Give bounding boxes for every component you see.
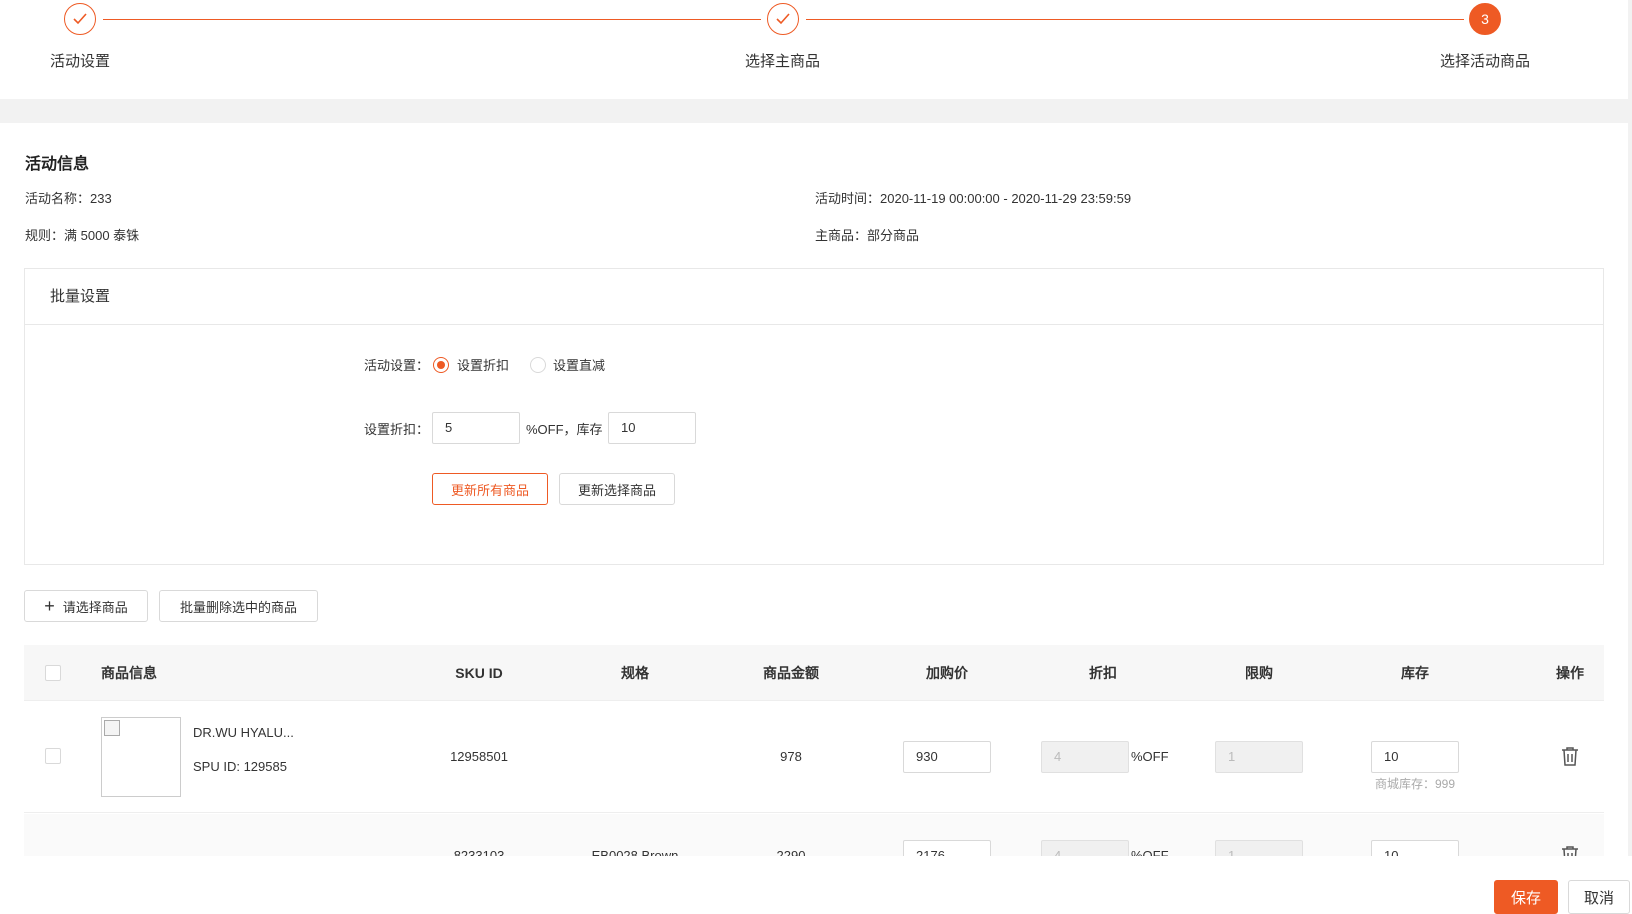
table-header: 商品信息 SKU ID 规格 商品金额 加购价 折扣 限购 库存 操作 [24, 645, 1604, 701]
addon-price-input[interactable]: 2176 [903, 840, 991, 856]
table-row: 8233103 EB0028 Brown 2290 2176 4 %OFF 1 … [24, 814, 1604, 856]
update-all-products-button[interactable]: 更新所有商品 [432, 473, 548, 505]
sku-id: 12958501 [450, 749, 508, 764]
batch-settings-title: 批量设置 [25, 269, 1603, 325]
limit-input[interactable]: 1 [1215, 741, 1303, 773]
col-stock: 库存 [1401, 665, 1429, 681]
cancel-button[interactable]: 取消 [1568, 880, 1630, 914]
product-amount: 978 [780, 749, 802, 764]
update-selected-products-button[interactable]: 更新选择商品 [559, 473, 675, 505]
col-addon-price: 加购价 [926, 665, 968, 681]
main-product-value: 部分商品 [867, 228, 920, 243]
col-spec: 规格 [621, 665, 649, 681]
product-spec: EB0028 Brown [591, 848, 679, 856]
row-checkbox[interactable] [45, 748, 61, 764]
col-limit: 限购 [1245, 665, 1273, 681]
rule-value: 满 5000 泰铢 [64, 228, 140, 243]
add-product-button[interactable]: + 请选择商品 [24, 590, 148, 622]
radio-set-direct-label[interactable]: 设置直减 [553, 355, 605, 374]
limit-input[interactable]: 1 [1215, 840, 1303, 856]
row-discount-input[interactable]: 4 [1041, 741, 1129, 773]
activity-time-info: 活动时间：2020-11-19 00:00:00 - 2020-11-29 23… [815, 188, 1131, 207]
table-row: DR.WU HYALU... SPU ID: 129585 12958501 9… [24, 701, 1604, 813]
rule-info: 规则：满 5000 泰铢 [25, 225, 139, 244]
select-all-checkbox[interactable] [45, 665, 61, 681]
sku-id: 8233103 [453, 848, 505, 856]
product-amount: 2290 [776, 848, 806, 856]
off-stock-label: %OFF，库存 [526, 422, 603, 437]
activity-name-info: 活动名称：233 [25, 188, 112, 207]
mall-stock-hint: 商城库存：999 [1374, 777, 1456, 791]
col-discount: 折扣 [1089, 665, 1117, 681]
activity-setting-label: 活动设置： [364, 358, 430, 373]
add-product-label: 请选择商品 [62, 599, 128, 615]
activity-time-label: 活动时间： [815, 191, 881, 206]
save-button[interactable]: 保存 [1494, 880, 1558, 914]
col-actions: 操作 [1556, 665, 1584, 681]
batch-delete-button[interactable]: 批量删除选中的商品 [159, 590, 318, 622]
main-product-info: 主商品：部分商品 [815, 225, 919, 244]
main-product-label: 主商品： [815, 228, 868, 243]
product-name[interactable]: DR.WU HYALU... [193, 725, 294, 740]
row-stock-input[interactable]: 10 [1371, 840, 1459, 856]
col-amount: 商品金额 [763, 665, 819, 681]
addon-price-input[interactable]: 930 [903, 741, 991, 773]
discount-input[interactable]: 5 [432, 412, 520, 444]
discount-label: 设置折扣： [364, 422, 430, 437]
radio-set-discount-label[interactable]: 设置折扣 [457, 355, 509, 374]
col-sku-id: SKU ID [455, 665, 503, 681]
stock-input[interactable]: 10 [608, 412, 696, 444]
row-stock-input[interactable]: 10 [1371, 741, 1459, 773]
off-unit: %OFF [1131, 749, 1169, 764]
radio-set-discount[interactable] [433, 357, 449, 373]
plus-icon: + [44, 596, 55, 616]
activity-name-value: 233 [90, 191, 112, 206]
footer-bar [0, 856, 1632, 914]
section-title: 活动信息 [25, 156, 90, 173]
product-thumbnail [101, 717, 181, 797]
activity-name-label: 活动名称： [25, 191, 91, 206]
delete-trash-icon[interactable] [1561, 845, 1579, 856]
batch-settings-panel: 批量设置 活动设置： 设置折扣 设置直减 设置折扣： 5 %OFF，库存 10 … [24, 268, 1604, 565]
radio-set-direct[interactable] [530, 357, 546, 373]
product-spu: SPU ID: 129585 [193, 759, 287, 774]
rule-label: 规则： [25, 228, 65, 243]
col-product-info: 商品信息 [101, 665, 157, 681]
delete-trash-icon[interactable] [1561, 746, 1579, 766]
activity-time-value: 2020-11-19 00:00:00 - 2020-11-29 23:59:5… [880, 191, 1132, 206]
row-discount-input[interactable]: 4 [1041, 840, 1129, 856]
off-unit: %OFF [1131, 848, 1169, 856]
